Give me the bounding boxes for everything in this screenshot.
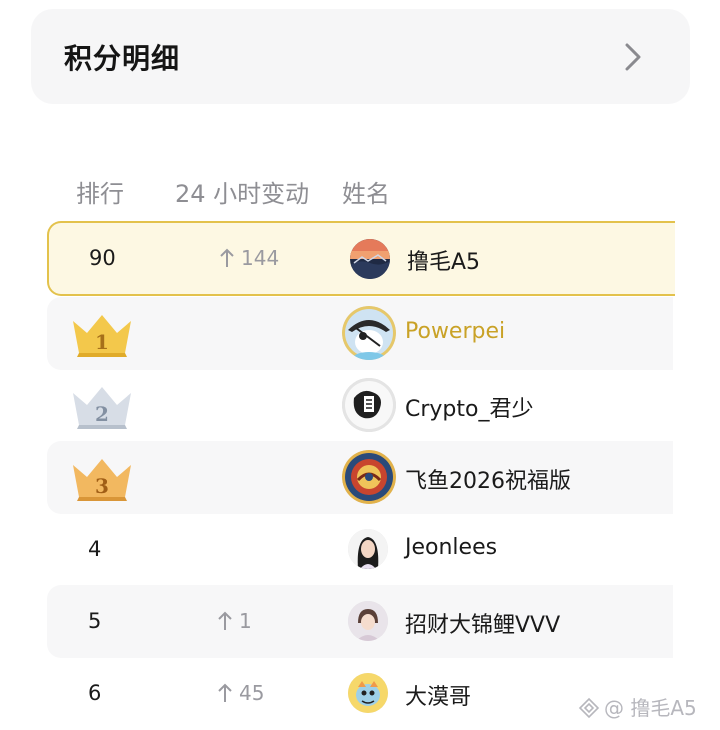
rank-number: 5 [88, 609, 102, 633]
rank-change: 144 [219, 246, 279, 270]
column-header-change: 24 小时变动 [175, 180, 310, 208]
rank-number: 4 [88, 537, 102, 561]
rank-number: 90 [89, 246, 116, 270]
user-name: 招财大锦鲤VVV [405, 613, 561, 638]
avatar [342, 450, 396, 504]
leaderboard-row[interactable]: 5 1 招财大锦鲤VVV [47, 585, 673, 658]
watermark: @ 撸毛A5 [578, 692, 697, 721]
rank-change: 1 [217, 609, 252, 633]
user-name: 大漠哥 [405, 685, 472, 710]
user-name: Powerpei [405, 319, 506, 344]
gold-crown-icon: 1 [73, 315, 131, 357]
user-name: Crypto_君少 [405, 397, 534, 422]
arrow-up-icon [218, 611, 232, 630]
watermark-text: @ 撸毛A5 [604, 696, 697, 720]
rank-number: 6 [88, 681, 102, 705]
arrow-up-icon [220, 248, 234, 267]
silver-crown-icon: 2 [73, 387, 131, 429]
leaderboard-row[interactable]: 2 Crypto_君少 [47, 369, 673, 442]
chevron-right-icon[interactable] [623, 41, 643, 73]
arrow-up-icon [218, 683, 232, 702]
card-title: 积分明细 [64, 42, 181, 75]
my-rank-row[interactable]: 90 144 撸毛A5 [47, 221, 675, 296]
leaderboard-row[interactable]: 1 Powerpei [47, 297, 673, 370]
crown-rank-label: 2 [95, 402, 109, 426]
rank-change-value: 1 [239, 609, 252, 633]
column-header-name: 姓名 [342, 180, 390, 208]
user-name: 撸毛A5 [407, 250, 481, 275]
rank-change-value: 45 [239, 681, 265, 705]
rank-change-value: 144 [241, 246, 280, 270]
points-detail-card[interactable]: 积分明细 [31, 9, 690, 104]
column-header-rank: 排行 [76, 180, 124, 208]
leaderboard-row[interactable]: 3 飞鱼2026祝福版 [47, 441, 673, 514]
avatar [342, 306, 396, 360]
bronze-crown-icon: 3 [73, 459, 131, 501]
crown-rank-label: 1 [95, 330, 109, 354]
avatar [348, 601, 388, 641]
avatar [342, 378, 396, 432]
rank-change: 45 [217, 681, 264, 705]
binance-logo-icon [578, 697, 600, 719]
leaderboard-row[interactable]: 4 Jeonlees [47, 513, 673, 586]
avatar [350, 239, 390, 279]
user-name: Jeonlees [405, 535, 498, 560]
avatar [348, 529, 388, 569]
avatar [348, 673, 388, 713]
crown-rank-label: 3 [95, 474, 109, 498]
user-name: 飞鱼2026祝福版 [405, 469, 571, 494]
